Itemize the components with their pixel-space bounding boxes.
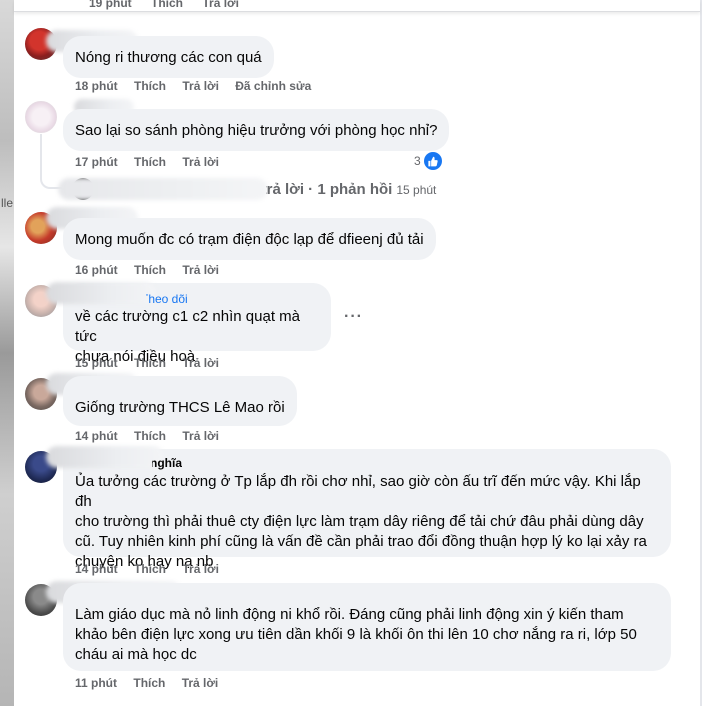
top-scroll-edge: 19 phút Thích Trả lời — [14, 0, 700, 12]
author-name-redacted[interactable] — [46, 282, 156, 304]
follow-link[interactable]: Theo dõi — [146, 292, 188, 306]
comment-actions: 16 phút Thích Trả lời — [75, 263, 232, 277]
comment-time[interactable]: 16 phút — [75, 263, 118, 277]
like-link[interactable]: Thích — [134, 79, 166, 93]
edited-label[interactable]: Đã chỉnh sửa — [235, 79, 311, 93]
comment-text-line: cho trường thì phải thuê cty điện lực là… — [75, 513, 644, 530]
more-options-icon[interactable]: ··· — [344, 308, 363, 326]
replies-time: 15 phút — [396, 183, 437, 197]
comment-time[interactable]: 18 phút — [75, 79, 118, 93]
reply-link[interactable]: Trả lời — [182, 79, 219, 93]
comment-text-line: cũ. Tuy nhiên kinh phí cũng là vấn đề cầ… — [75, 533, 647, 550]
comment-actions: 17 phút Thích Trả lời — [75, 155, 232, 169]
comment-actions: 18 phút Thích Trả lời Đã chỉnh sửa — [75, 79, 324, 93]
reply-link[interactable]: Trả lời — [182, 155, 219, 169]
comment-actions: 11 phút Thích Trả lời — [75, 676, 231, 690]
reply-link[interactable]: Trả lời — [182, 676, 219, 690]
like-link[interactable]: Thích — [151, 0, 183, 10]
comment-time[interactable]: 17 phút — [75, 155, 118, 169]
reply-link[interactable]: Trả lời — [182, 429, 219, 443]
comment-time[interactable]: 15 phút — [75, 356, 118, 370]
comment-actions: 15 phút Thích Trả lời — [75, 356, 232, 370]
comment-text-line: về các trường c1 c2 nhìn quạt mà tức — [75, 308, 300, 345]
like-link[interactable]: Thích — [133, 676, 165, 690]
comment-text: Giống trường THCS Lê Mao rồi — [75, 399, 285, 416]
like-link[interactable]: Thích — [134, 429, 166, 443]
comment-bubble: Nóng ri thương các con quá — [63, 36, 274, 78]
like-link[interactable]: Thích — [134, 155, 166, 169]
view-replies-link[interactable]: đã trả lời · 1 phản hồi 15 phút — [266, 181, 437, 198]
reaction-summary[interactable]: 3 — [414, 152, 442, 170]
comment-bubble: Mong muốn đc có trạm điện độc lạp để dfi… — [63, 218, 436, 260]
author-name-fragment[interactable]: nghĩa — [152, 456, 182, 470]
like-link[interactable]: Thích — [134, 356, 166, 370]
comment-text-line: Làm giáo dục mà nỏ linh động ni khổ rồi.… — [75, 606, 624, 623]
reply-link[interactable]: Trả lời — [182, 562, 219, 576]
reply-link[interactable]: Trả lời — [182, 356, 219, 370]
background-page-strip: lle — [0, 0, 14, 706]
comment-actions: 14 phút Thích Trả lời — [75, 562, 232, 576]
reply-author-redacted[interactable] — [58, 178, 268, 200]
comment-text-line: cháu ai mà học dc — [75, 646, 197, 663]
comment-bubble: Làm giáo dục mà nỏ linh động ni khổ rồi.… — [63, 583, 671, 671]
reaction-count: 3 — [414, 154, 421, 168]
like-reaction-icon — [423, 152, 442, 170]
reply-thread-connector — [40, 134, 62, 189]
comment-time[interactable]: 11 phút — [75, 676, 117, 690]
reply-link[interactable]: Trả lời — [182, 263, 219, 277]
comment-time[interactable]: 14 phút — [75, 562, 118, 576]
comment-text-line: Ủa tưởng các trường ở Tp lắp đh rồi chơ … — [75, 473, 641, 510]
comment-time[interactable]: 19 phút — [89, 0, 132, 10]
background-strip-text: lle — [1, 196, 14, 210]
comment-text: Mong muốn đc có trạm điện độc lạp để dfi… — [75, 231, 424, 248]
author-name-redacted[interactable] — [46, 446, 164, 468]
like-link[interactable]: Thích — [134, 562, 166, 576]
comment-text-line: khảo bên điện lực xong ưu tiên dần khối … — [75, 626, 637, 643]
like-link[interactable]: Thích — [134, 263, 166, 277]
comment-actions: 14 phút Thích Trả lời — [75, 429, 232, 443]
comment-bubble: Sao lại so sánh phòng hiệu trưởng với ph… — [63, 109, 450, 151]
previous-comment-actions: 19 phút Thích Trả lời — [89, 0, 255, 10]
reply-link[interactable]: Trả lời — [202, 0, 239, 10]
comment-time[interactable]: 14 phút — [75, 429, 118, 443]
comment-bubble: Giống trường THCS Lê Mao rồi — [63, 376, 297, 426]
comment-text: Nóng ri thương các con quá — [75, 49, 262, 66]
avatar[interactable] — [25, 101, 57, 133]
comment-text: Sao lại so sánh phòng hiệu trưởng với ph… — [75, 122, 438, 139]
